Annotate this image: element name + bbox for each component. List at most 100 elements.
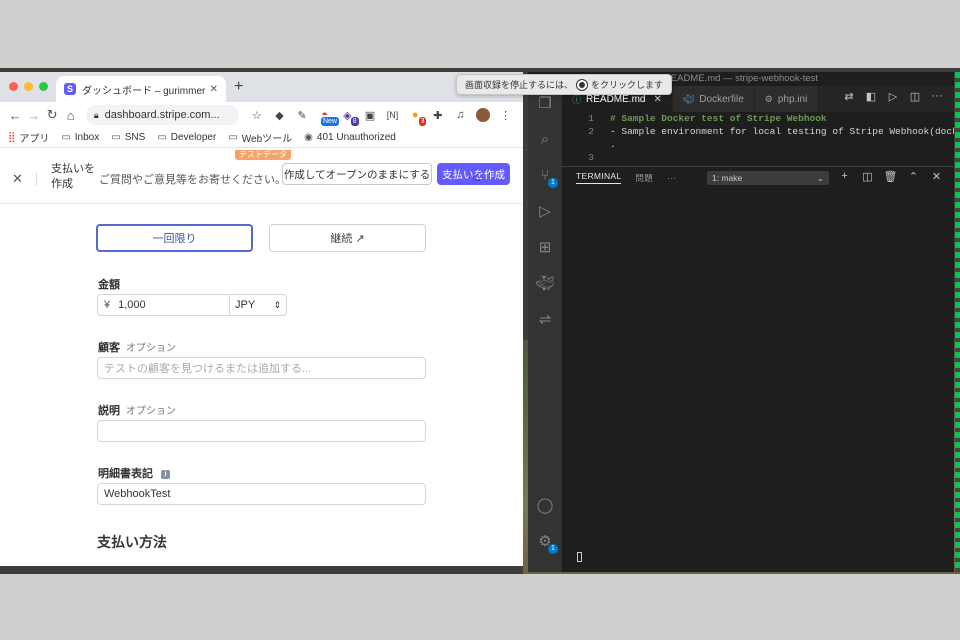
bookmark-apps[interactable]: ⣿ アプリ bbox=[8, 130, 49, 145]
chevron-down-icon: ⌄ bbox=[816, 172, 824, 183]
back-icon[interactable]: ← bbox=[6, 108, 24, 123]
panel-header: TERMINAL 問題 ··· 1: make ⌄ + ◫ 🗑︎ ⌃ ✕ bbox=[562, 166, 954, 188]
more-actions-icon[interactable]: ··· bbox=[926, 90, 948, 103]
feedback-link[interactable]: ご質問やご意見等をお寄せください。 bbox=[99, 171, 286, 187]
trash-icon[interactable]: 🗑︎ bbox=[879, 170, 902, 183]
maximize-panel-icon[interactable]: ⌃ bbox=[902, 170, 925, 183]
terminal-select-value: 1: make bbox=[712, 173, 743, 183]
statement-descriptor-input[interactable]: WebhookTest bbox=[97, 483, 426, 505]
code-line: # Sample Docker test of Stripe Webhook bbox=[610, 113, 827, 124]
forward-icon[interactable]: → bbox=[24, 108, 42, 123]
editor-actions: ⇄ ◧ ▷ ◫ ··· bbox=[838, 90, 948, 103]
source-control-icon[interactable]: ⑂ 1 bbox=[536, 166, 558, 188]
url-text: dashboard.stripe.com... bbox=[104, 109, 220, 121]
explorer-icon[interactable]: ❐ bbox=[536, 94, 554, 112]
one-time-toggle[interactable]: 一回限り bbox=[96, 224, 253, 252]
account-icon[interactable]: ◯ bbox=[536, 496, 554, 514]
tab-dockerfile[interactable]: 🐳︎ Dockerfile bbox=[672, 86, 755, 112]
label-text: 説明 bbox=[98, 405, 120, 417]
terminal-cursor bbox=[577, 552, 582, 562]
profile-avatar[interactable] bbox=[475, 107, 492, 123]
terminal-select[interactable]: 1: make ⌄ bbox=[707, 171, 829, 185]
apps-grid-icon: ⣿ bbox=[8, 132, 16, 143]
activity-bar: ❐ ⌕ ⑂ 1 ▷ ⊞ 🐳︎ ⇌ ◯ ⚙ 1 bbox=[528, 86, 562, 572]
panel-more-icon[interactable]: ··· bbox=[667, 173, 676, 183]
settings-gear-icon[interactable]: ⚙ 1 bbox=[536, 532, 558, 554]
run-debug-icon[interactable]: ▷ bbox=[536, 202, 554, 220]
bookmark-sns[interactable]: ▭ SNS bbox=[111, 132, 145, 143]
new-terminal-icon[interactable]: + bbox=[833, 170, 856, 183]
extensions-icon[interactable]: ⊞ bbox=[536, 238, 554, 256]
info-icon[interactable]: i bbox=[161, 469, 170, 479]
zoom-window-button[interactable] bbox=[39, 82, 48, 91]
close-window-button[interactable] bbox=[9, 82, 18, 91]
bulb-extension-icon[interactable]: ● 3 bbox=[407, 107, 427, 126]
browser-tab[interactable]: S ダッシュボード – gurimmer – Stripe ✕ bbox=[56, 76, 226, 102]
label-text: 顧客 bbox=[98, 342, 120, 354]
count-badge: 8 bbox=[350, 117, 359, 126]
bookmark-developer[interactable]: ▭ Developer bbox=[157, 132, 216, 143]
tab-php-ini[interactable]: ⚙ php.ini bbox=[754, 86, 819, 112]
folder-icon: ▭ bbox=[61, 132, 71, 143]
split-terminal-icon[interactable]: ◫ bbox=[856, 170, 879, 183]
new-tab-button[interactable]: + bbox=[234, 78, 243, 96]
bookmark-label: Webツール bbox=[241, 134, 293, 145]
divider bbox=[36, 172, 37, 186]
rainbow-extension-icon[interactable]: ◓ New bbox=[316, 107, 339, 126]
tab-problems[interactable]: 問題 bbox=[635, 172, 653, 184]
line-number: 2 bbox=[588, 126, 594, 137]
customer-label: 顧客 オプション bbox=[98, 339, 176, 355]
inbox-extension-icon[interactable]: ▣ bbox=[362, 107, 379, 123]
page-header: ✕ 支払いを作成 ご質問やご意見等をお寄せください。 作成してオープンのままにす… bbox=[0, 158, 523, 204]
currency-value: JPY bbox=[235, 299, 256, 311]
stack-extension-icon[interactable]: ◈ 8 bbox=[339, 107, 359, 126]
code-line: - Sample environment for local testing o… bbox=[610, 126, 954, 137]
hand-cursor-icon: ☝ bbox=[473, 170, 481, 184]
bookmark-webtools[interactable]: ▭ Webツール bbox=[228, 130, 292, 145]
customer-search-input[interactable]: テストの顧客を見つけるまたは追加する... bbox=[97, 357, 426, 379]
bookmark-star-icon[interactable]: ☆ bbox=[248, 107, 265, 123]
amount-input[interactable]: ¥ 1,000 bbox=[97, 294, 230, 316]
media-control-icon[interactable]: ♫ bbox=[452, 107, 469, 123]
line-number: 1 bbox=[588, 113, 594, 124]
recurring-toggle[interactable]: 継続 ↗ bbox=[269, 224, 426, 252]
compare-changes-icon[interactable]: ⇄ bbox=[838, 90, 860, 103]
folder-icon: ▭ bbox=[111, 132, 121, 143]
bookmark-401[interactable]: ◉ 401 Unauthorized bbox=[304, 132, 396, 143]
currency-select[interactable]: JPY ⇕ bbox=[229, 294, 287, 316]
home-icon[interactable]: ⌂ bbox=[61, 108, 79, 123]
minimize-window-button[interactable] bbox=[24, 82, 33, 91]
pen-extension-icon[interactable]: ✎ bbox=[294, 107, 311, 123]
close-tab-icon[interactable]: ✕ bbox=[210, 84, 218, 95]
search-icon[interactable]: ⌕ bbox=[536, 130, 554, 148]
bookmark-label: SNS bbox=[124, 132, 146, 143]
split-editor-icon[interactable]: ◫ bbox=[904, 90, 926, 103]
bookmark-label: アプリ bbox=[19, 134, 50, 145]
window-edge-highlight bbox=[955, 72, 960, 572]
open-preview-icon[interactable]: ◧ bbox=[860, 90, 882, 103]
close-tab-icon[interactable]: ✕ bbox=[653, 94, 661, 105]
bookmark-inbox[interactable]: ▭ Inbox bbox=[61, 132, 99, 143]
tab-terminal[interactable]: TERMINAL bbox=[576, 171, 622, 184]
folder-icon: ▭ bbox=[228, 132, 238, 143]
puzzle-extension-icon[interactable]: ✚ bbox=[429, 107, 446, 123]
tooltip-text: をクリックします bbox=[591, 80, 664, 90]
close-panel-icon[interactable]: ✕ bbox=[925, 170, 948, 183]
run-icon[interactable]: ▷ bbox=[882, 90, 904, 103]
layers-extension-icon[interactable]: ◆ bbox=[271, 107, 288, 123]
chrome-window: S ダッシュボード – gurimmer – Stripe ✕ + ← → ↻ … bbox=[0, 72, 523, 566]
label-text: 明細書表記 bbox=[98, 468, 153, 480]
create-and-keep-open-button[interactable]: 作成してオープンのままにする bbox=[282, 163, 432, 185]
menu-icon[interactable]: ⋮ bbox=[497, 107, 514, 123]
code-editor[interactable]: 1 # Sample Docker test of Stripe Webhook… bbox=[562, 112, 954, 163]
panel-actions: + ◫ 🗑︎ ⌃ ✕ bbox=[833, 170, 948, 183]
lock-icon: 🔒︎ bbox=[93, 109, 99, 120]
reload-icon[interactable]: ↻ bbox=[43, 107, 61, 123]
close-icon[interactable]: ✕ bbox=[12, 171, 23, 187]
description-input[interactable] bbox=[97, 420, 426, 442]
docker-icon[interactable]: 🐳︎ bbox=[535, 274, 554, 292]
remote-share-icon[interactable]: ⇌ bbox=[536, 310, 554, 328]
n-extension-icon[interactable]: [N] bbox=[384, 107, 401, 123]
address-bar[interactable]: 🔒︎ dashboard.stripe.com... bbox=[85, 105, 240, 125]
stripe-create-payment-page: テストデータ ✕ 支払いを作成 ご質問やご意見等をお寄せください。 作成してオー… bbox=[0, 148, 523, 566]
